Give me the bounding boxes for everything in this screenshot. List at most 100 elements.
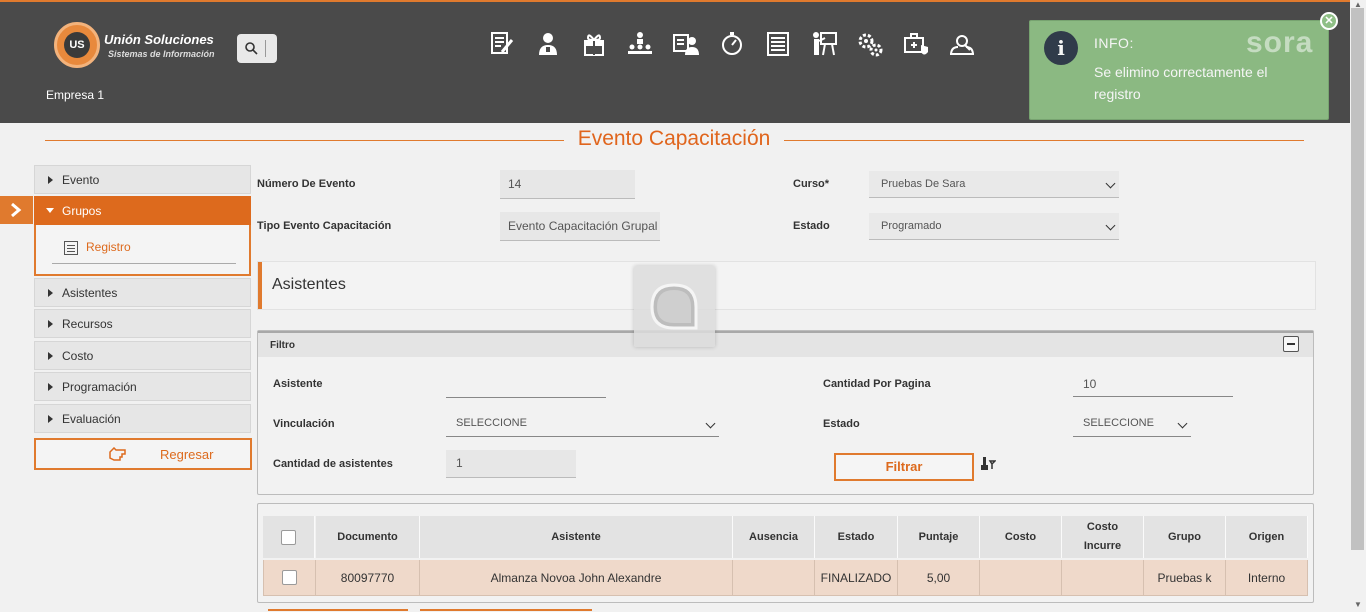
supervisor-icon[interactable] bbox=[948, 30, 976, 58]
table-header[interactable]: Ausencia bbox=[733, 516, 815, 558]
filtrar-button[interactable]: Filtrar bbox=[834, 453, 974, 481]
logo-subtitle: Sistemas de Información bbox=[108, 49, 215, 59]
sidebar-item-asistentes[interactable]: Asistentes bbox=[34, 278, 251, 307]
sidebar-item-evento[interactable]: Evento bbox=[34, 165, 251, 194]
search-icon bbox=[245, 42, 258, 55]
asistente-input[interactable] bbox=[446, 374, 606, 398]
edit-document-icon[interactable] bbox=[488, 30, 516, 58]
filtro-header: Filtro bbox=[258, 331, 1313, 357]
gift-icon[interactable] bbox=[580, 30, 608, 58]
logo-title: Unión Soluciones bbox=[104, 32, 214, 47]
sidebar-item-grupos[interactable]: Grupos bbox=[34, 196, 251, 225]
hand-pointer-icon bbox=[109, 447, 126, 461]
sidebar-item-label: Asistentes bbox=[62, 286, 118, 300]
caret-right-icon bbox=[48, 320, 53, 328]
curso-select-value: Pruebas De Sara bbox=[881, 178, 966, 190]
vinculacion-label: Vinculación bbox=[273, 418, 335, 430]
title-divider-right bbox=[784, 140, 1304, 141]
sidebar-item-label: Costo bbox=[62, 349, 94, 363]
clear-filter-icon[interactable] bbox=[980, 455, 996, 471]
minus-icon bbox=[1287, 343, 1295, 345]
sidebar-item-programacion[interactable]: Programación bbox=[34, 372, 251, 401]
loading-icon bbox=[650, 283, 698, 330]
curso-select[interactable]: Pruebas De Sara bbox=[869, 171, 1119, 198]
filtro-estado-select[interactable]: SELECCIONE bbox=[1073, 413, 1191, 437]
divider bbox=[52, 263, 236, 264]
user-card-icon[interactable] bbox=[672, 30, 700, 58]
sidebar-item-recursos[interactable]: Recursos bbox=[34, 309, 251, 338]
caret-right-icon bbox=[48, 176, 53, 184]
search-button[interactable] bbox=[237, 34, 277, 63]
table-cell: 80097770 bbox=[316, 560, 420, 596]
toast-title: INFO: bbox=[1094, 35, 1134, 51]
logo[interactable]: US Unión Soluciones Sistemas de Informac… bbox=[54, 22, 219, 70]
table-cell: Pruebas k bbox=[1144, 560, 1226, 596]
sidebar-item-costo[interactable]: Costo bbox=[34, 341, 251, 370]
sidebar-item-evaluacion[interactable]: Evaluación bbox=[34, 404, 251, 433]
row-checkbox[interactable] bbox=[282, 570, 297, 585]
presentation-icon[interactable] bbox=[810, 30, 838, 58]
sidebar-toggle[interactable] bbox=[0, 196, 33, 224]
chevron-down-icon bbox=[1105, 220, 1116, 231]
table-header[interactable]: Asistente bbox=[420, 516, 733, 558]
tipo-evento-field[interactable]: Evento Capacitación Grupal bbox=[500, 212, 660, 241]
table-header[interactable]: Costo Incurre bbox=[1062, 516, 1144, 558]
list-document-icon[interactable] bbox=[764, 30, 792, 58]
logo-badge: US bbox=[64, 32, 90, 58]
table-header[interactable]: Grupo bbox=[1144, 516, 1226, 558]
sidebar-item-label: Evento bbox=[62, 173, 100, 187]
tipo-evento-label: Tipo Evento Capacitación bbox=[257, 220, 392, 232]
sidebar-item-label: Programación bbox=[62, 380, 137, 394]
asistentes-section: Asistentes bbox=[257, 261, 1316, 310]
hierarchy-icon[interactable] bbox=[626, 30, 654, 58]
caret-right-icon bbox=[48, 289, 53, 297]
table-cell bbox=[1062, 560, 1144, 596]
cantidad-pagina-input[interactable]: 10 bbox=[1073, 373, 1233, 397]
numero-evento-label: Número De Evento bbox=[257, 178, 356, 190]
caret-right-icon bbox=[48, 383, 53, 391]
company-name: Empresa 1 bbox=[46, 88, 105, 102]
cantidad-asistentes-label: Cantidad de asistentes bbox=[273, 458, 393, 470]
estado-select[interactable]: Programado bbox=[869, 213, 1119, 240]
curso-label: Curso* bbox=[793, 178, 830, 190]
chevron-down-icon bbox=[1105, 178, 1116, 189]
gears-icon[interactable] bbox=[856, 30, 884, 58]
page-title: Evento Capacitación bbox=[564, 127, 784, 151]
table-header[interactable]: Origen bbox=[1226, 516, 1308, 558]
info-icon: i bbox=[1044, 31, 1078, 65]
scrollbar-thumb[interactable] bbox=[1351, 8, 1364, 550]
table-cell: FINALIZADO bbox=[815, 560, 898, 596]
chevron-down-icon bbox=[1177, 418, 1188, 429]
row-select-cell[interactable] bbox=[263, 560, 316, 596]
estado-label: Estado bbox=[793, 220, 830, 232]
vinculacion-select-value: SELECCIONE bbox=[456, 417, 527, 429]
table-header[interactable]: Estado bbox=[815, 516, 898, 558]
numero-evento-field[interactable]: 14 bbox=[500, 170, 635, 199]
filtro-estado-select-value: SELECCIONE bbox=[1083, 417, 1154, 429]
stopwatch-icon[interactable] bbox=[718, 30, 746, 58]
scroll-down-icon[interactable]: ▼ bbox=[1354, 600, 1362, 609]
caret-right-icon bbox=[48, 352, 53, 360]
back-button-label: Regresar bbox=[160, 447, 214, 462]
scroll-up-icon[interactable]: ▲ bbox=[1354, 0, 1362, 9]
table-cell bbox=[980, 560, 1062, 596]
table-header[interactable]: Puntaje bbox=[898, 516, 980, 558]
minimize-button[interactable] bbox=[1283, 336, 1299, 352]
table-cell: Almanza Novoa John Alexandre bbox=[420, 560, 733, 596]
asistentes-title: Asistentes bbox=[272, 276, 346, 293]
table-header[interactable]: Documento bbox=[316, 516, 420, 558]
vinculacion-select[interactable]: SELECCIONE bbox=[446, 413, 719, 437]
close-icon[interactable]: ✕ bbox=[1320, 12, 1338, 30]
chevron-down-icon bbox=[705, 418, 716, 429]
medical-case-icon[interactable] bbox=[902, 30, 930, 58]
table-header[interactable]: Costo bbox=[980, 516, 1062, 558]
section-accent bbox=[258, 262, 262, 309]
back-button[interactable]: Regresar bbox=[34, 438, 252, 470]
sidebar-subitem-registro[interactable]: Registro bbox=[86, 240, 131, 254]
table-cell bbox=[733, 560, 815, 596]
select-all-header[interactable] bbox=[263, 516, 315, 558]
select-all-checkbox[interactable] bbox=[281, 529, 296, 545]
table-cell: 5,00 bbox=[898, 560, 980, 596]
caret-down-icon bbox=[46, 208, 54, 213]
user-training-icon[interactable] bbox=[534, 30, 562, 58]
